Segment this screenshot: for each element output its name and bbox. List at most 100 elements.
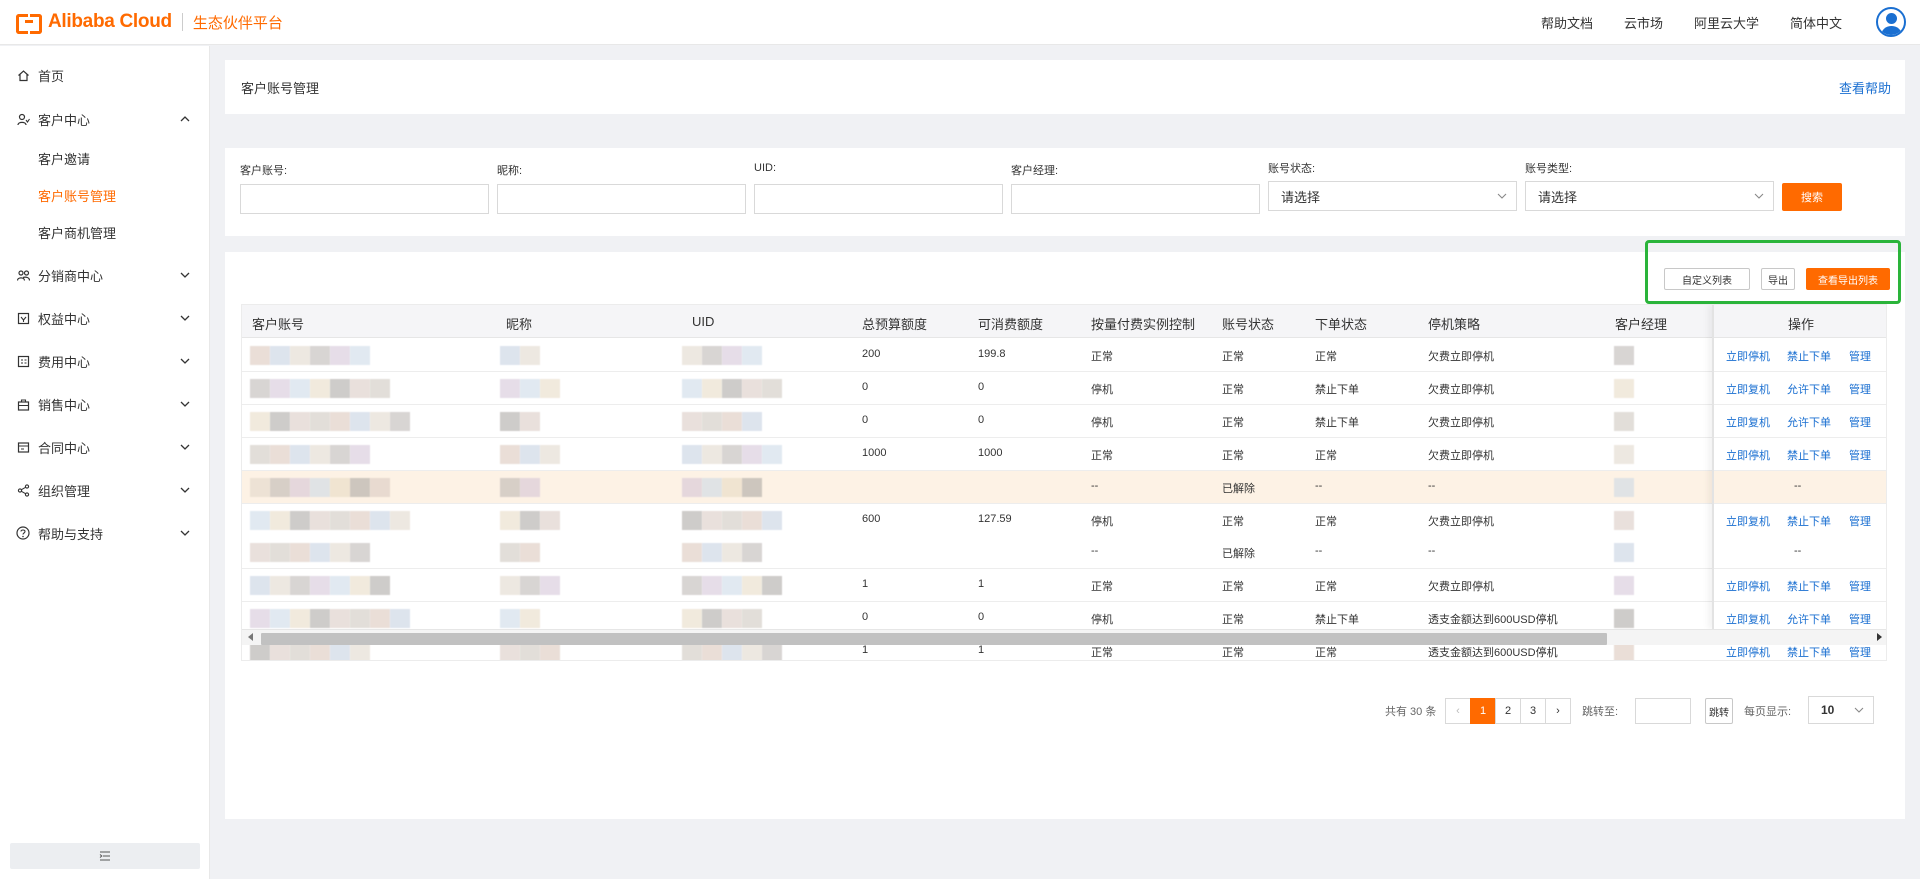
redacted-account [330, 576, 350, 596]
power-action-link[interactable]: 立即停机 [1726, 348, 1770, 364]
sidebar-item-help-support[interactable]: 帮助与支持 [0, 518, 210, 548]
jump-button[interactable]: 跳转 [1705, 698, 1733, 724]
academy-link[interactable]: 阿里云大学 [1694, 13, 1759, 32]
account-status-select[interactable]: 请选择 [1268, 181, 1517, 211]
top-bar: Alibaba Cloud 生态伙伴平台 帮助文档 云市场 阿里云大学 简体中文 [0, 0, 1920, 45]
redacted-manager [1614, 576, 1634, 596]
chevron-down-icon [1496, 190, 1508, 205]
scroll-left-icon[interactable] [248, 633, 253, 641]
sidebar-item-billing-center[interactable]: 费用中心 [0, 346, 210, 376]
nickname-input[interactable] [497, 184, 746, 214]
order-action-link[interactable]: 禁止下单 [1787, 447, 1831, 463]
page-button-2[interactable]: 2 [1495, 698, 1521, 724]
page-button-3[interactable]: 3 [1520, 698, 1546, 724]
sidebar-item-customer-center[interactable]: 客户中心 [0, 104, 210, 134]
manage-link[interactable]: 管理 [1849, 644, 1871, 660]
manage-link[interactable]: 管理 [1849, 414, 1871, 430]
page-button-1[interactable]: 1 [1470, 698, 1496, 724]
table-row[interactable]: 200 199.8 正常 正常 正常 欠费立即停机 立即停机 禁止下单 管理 [242, 339, 1886, 372]
sidebar-sub-customer-accounts[interactable]: 客户账号管理 [0, 180, 210, 210]
power-action-link[interactable]: 立即复机 [1726, 611, 1770, 627]
scroll-right-icon[interactable] [1877, 633, 1882, 641]
jump-page-input[interactable] [1635, 698, 1691, 724]
redacted-uid [722, 346, 742, 365]
redacted-account [370, 576, 390, 596]
table-row[interactable]: 1 1 正常 正常 正常 欠费立即停机 立即停机 禁止下单 管理 [242, 569, 1886, 603]
account-type-select[interactable]: 请选择 [1525, 181, 1774, 211]
sidebar-sub-customer-opportunities[interactable]: 客户商机管理 [0, 217, 210, 247]
manage-link[interactable]: 管理 [1849, 381, 1871, 397]
redacted-uid [702, 378, 722, 398]
order-action-link[interactable]: 禁止下单 [1787, 513, 1831, 529]
user-avatar[interactable] [1876, 7, 1906, 37]
table-header: 客户账号 昵称 UID 总预算额度 可消费额度 按量付费实例控制 账号状态 下单… [242, 305, 1886, 338]
table-row[interactable]: -- 已解除 -- -- -- [242, 536, 1886, 570]
redacted-account [310, 378, 330, 398]
uid-input[interactable] [754, 184, 1003, 214]
account-input[interactable] [240, 184, 489, 214]
prev-page-button[interactable]: ‹ [1445, 698, 1471, 724]
table-row[interactable]: 600 127.59 停机 正常 正常 欠费立即停机 立即复机 禁止下单 管理 [242, 503, 1886, 537]
per-page-select[interactable]: 10 [1808, 696, 1874, 724]
distributor-icon [16, 268, 30, 282]
manage-link[interactable]: 管理 [1849, 348, 1871, 364]
per-page-label: 每页显示: [1744, 706, 1792, 718]
manage-link[interactable]: 管理 [1849, 578, 1871, 594]
order-action-link[interactable]: 允许下单 [1787, 611, 1831, 627]
search-button[interactable]: 搜索 [1782, 183, 1842, 211]
language-switch[interactable]: 简体中文 [1790, 13, 1842, 32]
marketplace-link[interactable]: 云市场 [1624, 13, 1663, 32]
sidebar-item-sales-center[interactable]: 销售中心 [0, 389, 210, 419]
power-action-link[interactable]: 立即复机 [1726, 414, 1770, 430]
redacted-uid [762, 510, 782, 530]
redacted-account [250, 378, 270, 398]
sidebar-item-label: 合同中心 [38, 440, 91, 456]
horizontal-scrollbar[interactable] [242, 629, 1886, 645]
help-docs-link[interactable]: 帮助文档 [1541, 13, 1593, 32]
table-row[interactable]: -- 已解除 -- -- -- [242, 470, 1886, 504]
power-action-link[interactable]: 立即复机 [1726, 513, 1770, 529]
sidebar-item-rights-center[interactable]: 权益中心 [0, 303, 210, 333]
order-action-link[interactable]: 禁止下单 [1787, 348, 1831, 364]
brand-logo[interactable]: Alibaba Cloud 生态伙伴平台 [16, 11, 283, 34]
brand-subtitle: 生态伙伴平台 [192, 14, 283, 32]
chevron-down-icon [178, 268, 192, 282]
sidebar-sub-customer-invite[interactable]: 客户邀请 [0, 143, 210, 173]
manage-link[interactable]: 管理 [1849, 513, 1871, 529]
manage-link[interactable]: 管理 [1849, 447, 1871, 463]
table-row[interactable]: 0 0 停机 正常 禁止下单 欠费立即停机 立即复机 允许下单 管理 [242, 404, 1886, 438]
custom-columns-button[interactable]: 自定义列表 [1664, 268, 1750, 290]
export-button[interactable]: 导出 [1761, 268, 1795, 290]
redacted-uid [742, 576, 762, 596]
power-action-link[interactable]: 立即停机 [1726, 447, 1770, 463]
power-action-link[interactable]: 立即停机 [1726, 644, 1770, 660]
view-help-link[interactable]: 查看帮助 [1839, 78, 1891, 97]
sidebar-item-org-management[interactable]: 组织管理 [0, 475, 210, 505]
manager-input[interactable] [1011, 184, 1260, 214]
redacted-uid [762, 378, 782, 398]
next-page-button[interactable]: › [1545, 698, 1571, 724]
order-action-link[interactable]: 禁止下单 [1787, 578, 1831, 594]
collapse-icon [99, 849, 111, 864]
control-cell: 正常 [1091, 449, 1113, 462]
uid-filter-label: UID: [754, 162, 776, 174]
view-exports-button[interactable]: 查看导出列表 [1806, 268, 1890, 290]
scrollbar-thumb[interactable] [261, 633, 1607, 645]
available-cell: 0 [978, 380, 985, 393]
table-row[interactable]: 0 0 停机 正常 禁止下单 欠费立即停机 立即复机 允许下单 管理 [242, 371, 1886, 405]
sidebar-item-contract-center[interactable]: 合同中心 [0, 432, 210, 462]
order-action-link[interactable]: 允许下单 [1787, 381, 1831, 397]
redacted-uid [722, 411, 742, 431]
sidebar-item-home[interactable]: 首页 [0, 60, 210, 90]
sidebar-item-distributor-center[interactable]: 分销商中心 [0, 260, 210, 290]
power-action-link[interactable]: 立即停机 [1726, 578, 1770, 594]
power-action-link[interactable]: 立即复机 [1726, 381, 1770, 397]
order-action-link[interactable]: 允许下单 [1787, 414, 1831, 430]
redacted-uid [702, 609, 722, 629]
table-row[interactable]: 1000 1000 正常 正常 正常 欠费立即停机 立即停机 禁止下单 管理 [242, 437, 1886, 471]
manage-link[interactable]: 管理 [1849, 611, 1871, 627]
sidebar-collapse-button[interactable] [10, 843, 200, 869]
column-header: 账号状态 [1222, 317, 1275, 332]
redacted-nickname [540, 444, 560, 464]
order-action-link[interactable]: 禁止下单 [1787, 644, 1831, 660]
